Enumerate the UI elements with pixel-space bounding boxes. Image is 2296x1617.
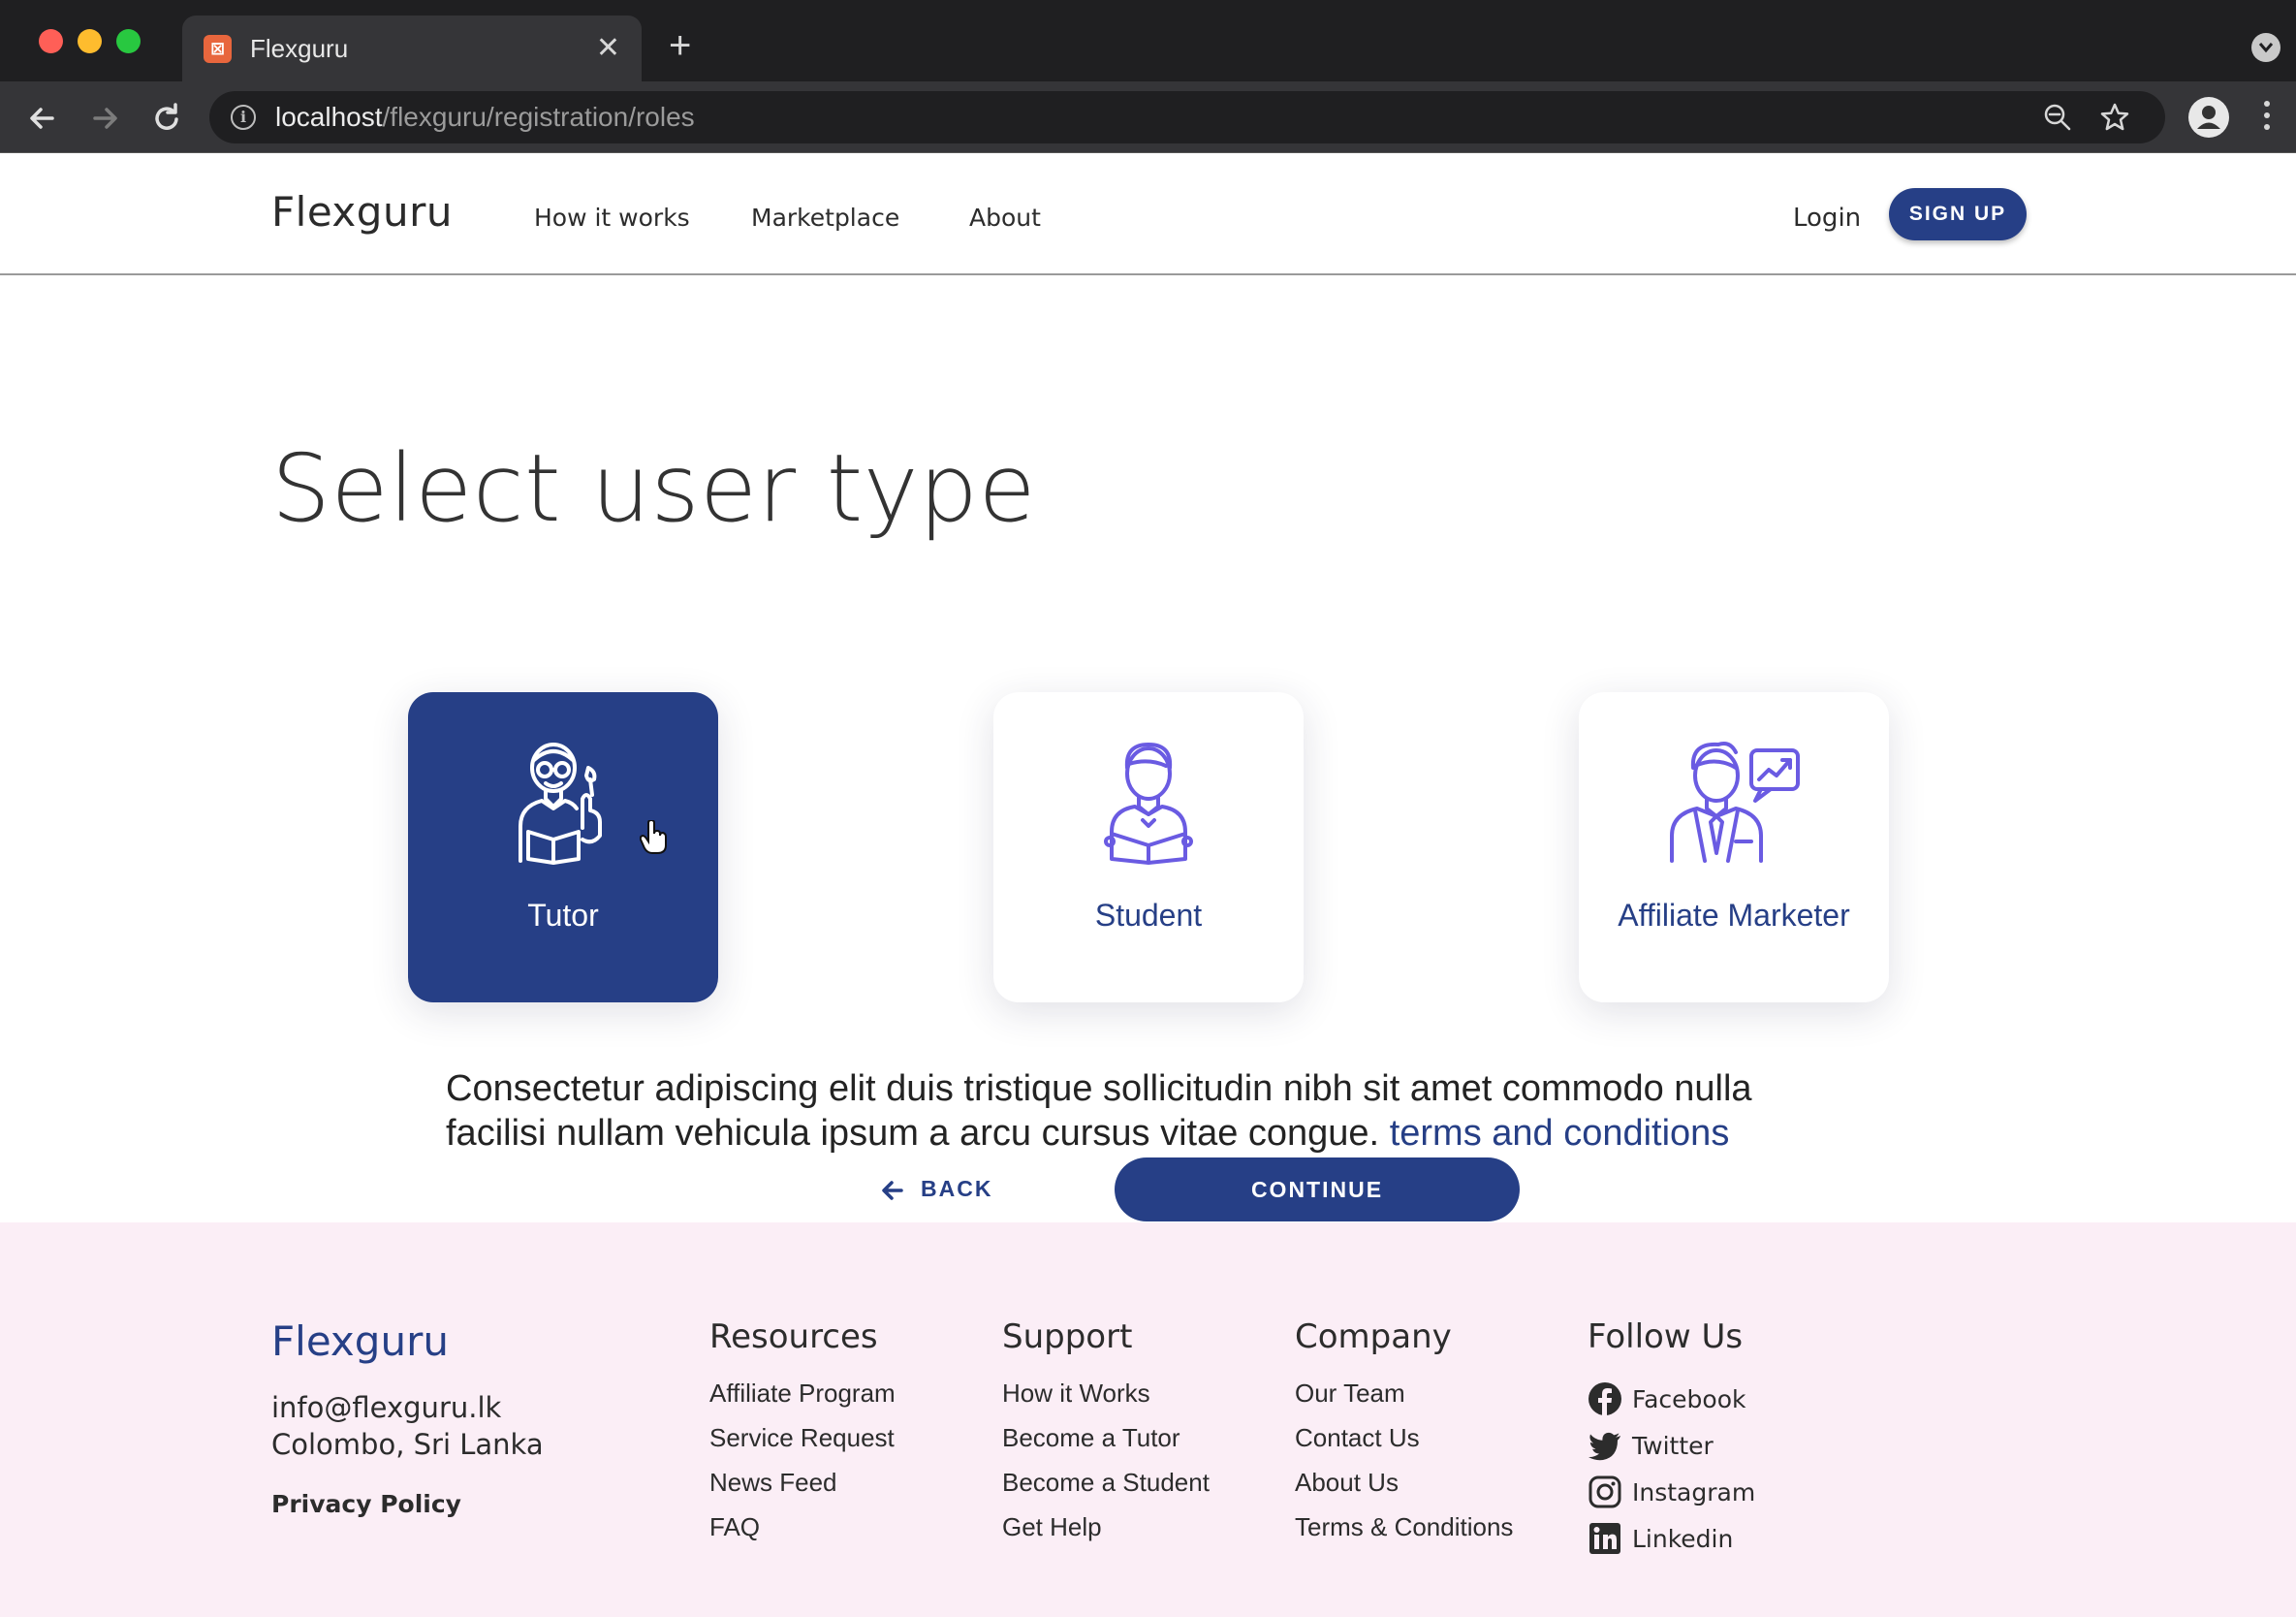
tab-search-button[interactable] [2251,33,2280,62]
role-card-affiliate-marketer[interactable]: Affiliate Marketer [1579,692,1889,1002]
social-link-instagram[interactable]: Instagram [1588,1469,1755,1515]
back-button[interactable]: BACK [882,1169,992,1208]
back-arrow-icon[interactable] [23,99,62,138]
footer-logo[interactable]: Flexguru [271,1317,449,1365]
role-card-student[interactable]: Student [993,692,1304,1002]
profile-avatar-icon[interactable] [2188,97,2229,138]
nav-how-it-works[interactable]: How it works [534,204,690,232]
address-bar[interactable]: i localhost/flexguru/registration/roles [209,91,2165,143]
login-link[interactable]: Login [1793,204,1861,233]
footer-heading: Follow Us [1588,1317,1744,1356]
favicon-icon: ⊠ [204,35,232,63]
social-label: Facebook [1632,1384,1746,1413]
footer-heading: Company [1295,1317,1452,1356]
affiliate-marketer-icon [1670,742,1800,863]
maximize-window-button[interactable] [116,29,141,53]
social-link-linkedin[interactable]: Linkedin [1588,1515,1755,1562]
url-text[interactable]: localhost/flexguru/registration/roles [275,102,695,133]
footer-link-news-feed[interactable]: News Feed [709,1465,896,1509]
tab-title: Flexguru [250,34,349,63]
instagram-icon [1588,1475,1621,1508]
footer-link-our-team[interactable]: Our Team [1295,1376,1513,1420]
social-link-twitter[interactable]: Twitter [1588,1422,1755,1469]
footer-link-service-request[interactable]: Service Request [709,1420,896,1465]
twitter-icon [1588,1432,1620,1461]
footer-heading: Resources [709,1317,878,1356]
new-tab-icon[interactable]: + [669,25,691,66]
footer-link-get-help[interactable]: Get Help [1002,1509,1210,1554]
role-label-student: Student [1094,898,1203,933]
footer-link-faq[interactable]: FAQ [709,1509,896,1554]
linkedin-icon [1589,1523,1620,1554]
site-info-icon[interactable]: i [231,105,256,130]
footer-column-follow-us: Follow Us Facebook Twitter Instagram Lin… [1588,1317,1755,1562]
social-label: Instagram [1632,1477,1756,1506]
browser-tab[interactable]: ⊠ Flexguru ✕ [182,16,642,81]
tutor-icon [519,743,602,865]
footer-location: Colombo, Sri Lanka [271,1428,544,1461]
reload-icon[interactable] [147,99,186,138]
back-label: BACK [921,1176,993,1201]
browser-window: ⊠ Flexguru ✕ + i localhost/flexguru/regi… [0,0,2296,1617]
site-footer: Flexguru info@flexguru.lk Colombo, Sri L… [0,1222,2296,1617]
social-label: Twitter [1632,1431,1714,1460]
forward-arrow-icon[interactable] [85,99,124,138]
role-card-tutor[interactable]: Tutor [408,692,718,1002]
footer-email[interactable]: info@flexguru.lk [271,1391,501,1424]
continue-button[interactable]: CONTINUE [1115,1157,1520,1221]
footer-link-about-us[interactable]: About Us [1295,1465,1513,1509]
terms-link[interactable]: terms and conditions [1390,1113,1730,1154]
footer-link-how-it-works[interactable]: How it Works [1002,1376,1210,1420]
site-logo[interactable]: Flexguru [271,188,453,236]
terms-paragraph: Consectetur adipiscing elit duis tristiq… [446,1066,1861,1156]
close-tab-icon[interactable]: ✕ [596,29,620,68]
student-icon [1104,743,1193,865]
social-link-facebook[interactable]: Facebook [1588,1376,1755,1422]
minimize-window-button[interactable] [78,29,102,53]
hand-cursor-icon [640,820,667,854]
footer-column-company: Company Our Team Contact Us About Us Ter… [1295,1317,1513,1554]
back-arrow-icon [882,1181,903,1200]
close-window-button[interactable] [39,29,63,53]
signup-button[interactable]: SIGN UP [1889,188,2027,240]
social-label: Linkedin [1632,1524,1734,1553]
browser-tabstrip: ⊠ Flexguru ✕ + [0,0,2296,81]
nav-marketplace[interactable]: Marketplace [751,204,899,232]
role-label-tutor: Tutor [527,898,599,933]
footer-link-terms-conditions[interactable]: Terms & Conditions [1295,1509,1513,1554]
footer-link-affiliate-program[interactable]: Affiliate Program [709,1376,896,1420]
footer-link-contact-us[interactable]: Contact Us [1295,1420,1513,1465]
bookmark-star-icon[interactable] [2099,102,2130,138]
browser-menu-icon[interactable] [2264,101,2272,134]
site-header: Flexguru How it works Marketplace About … [0,153,2296,275]
privacy-policy-link[interactable]: Privacy Policy [271,1490,461,1518]
footer-heading: Support [1002,1317,1133,1356]
footer-column-resources: Resources Affiliate Program Service Requ… [709,1317,896,1554]
role-label-affiliate-marketer: Affiliate Marketer [1618,898,1850,933]
page-title: Select user type [271,434,1037,543]
facebook-icon [1588,1382,1621,1415]
browser-toolbar: i localhost/flexguru/registration/roles [0,81,2296,153]
nav-about[interactable]: About [969,204,1041,232]
footer-column-support: Support How it Works Become a Tutor Beco… [1002,1317,1210,1554]
zoom-icon[interactable] [2043,103,2072,137]
footer-link-become-student[interactable]: Become a Student [1002,1465,1210,1509]
footer-link-become-tutor[interactable]: Become a Tutor [1002,1420,1210,1465]
